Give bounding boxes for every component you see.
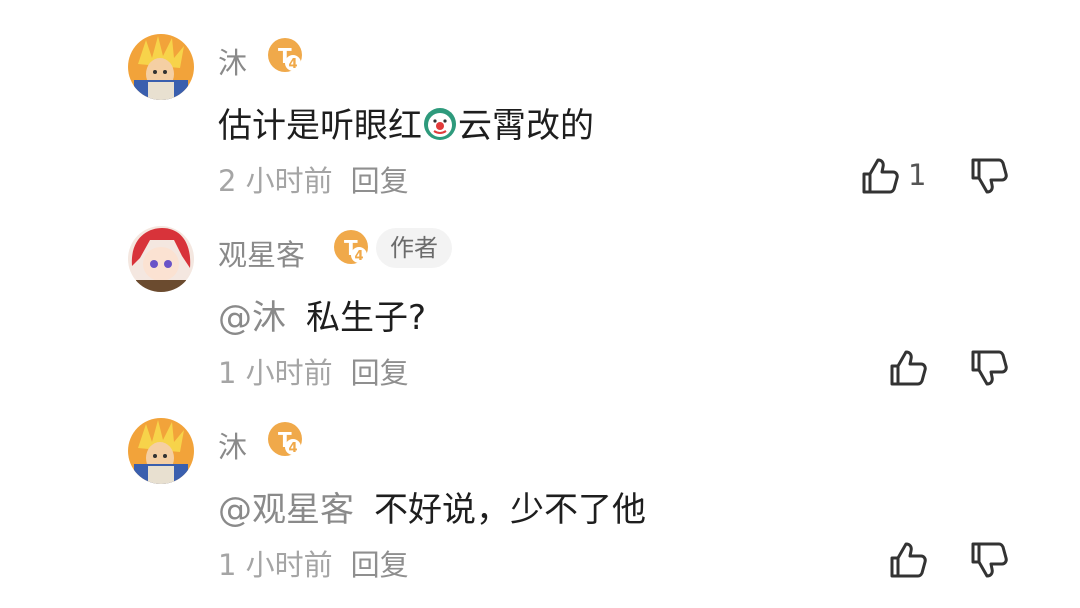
author-tag: 作者 — [376, 228, 452, 268]
mention-link[interactable]: @沐 — [218, 298, 286, 338]
avatar[interactable] — [128, 226, 194, 292]
timestamp: 2 小时前 — [218, 164, 333, 198]
thumbs-up-icon[interactable] — [858, 154, 902, 198]
comment-meta: 2 小时前 回复 — [218, 158, 409, 200]
level-badge-icon: T4 — [266, 420, 304, 458]
svg-text:4: 4 — [355, 249, 364, 264]
comment-meta: 1 小时前 回复 — [218, 542, 409, 584]
username[interactable]: 沐 — [218, 40, 247, 82]
comment-text-part: 不好说，少不了他 — [374, 490, 646, 530]
clown-emoji-icon — [422, 106, 458, 142]
comment-item: 沐 T4 估计是听眼红 云霄改的 2 小时前 回复 1 — [0, 34, 1080, 224]
timestamp: 1 小时前 — [218, 356, 333, 390]
comment-text-part: 云霄改的 — [458, 106, 594, 146]
comment-text: 估计是听眼红 云霄改的 — [218, 98, 594, 147]
svg-text:4: 4 — [289, 57, 298, 72]
avatar-image — [128, 226, 194, 292]
thumbs-down-icon[interactable] — [967, 346, 1011, 390]
level-badge-icon: T4 — [266, 36, 304, 74]
comment-text-part: 估计是听眼红 — [218, 106, 422, 146]
reply-button[interactable]: 回复 — [351, 356, 409, 390]
comment-text: @沐 私生子? — [218, 290, 426, 339]
comment-item: 观星客 T4 作者 @沐 私生子? 1 小时前 回复 — [0, 226, 1080, 416]
thumbs-up-icon[interactable] — [886, 538, 930, 582]
reply-button[interactable]: 回复 — [351, 164, 409, 198]
thumbs-down-icon[interactable] — [967, 154, 1011, 198]
username[interactable]: 观星客 — [218, 232, 305, 274]
thumbs-up-icon[interactable] — [886, 346, 930, 390]
svg-text:4: 4 — [289, 441, 298, 456]
comment-text-part: 私生子? — [306, 298, 427, 338]
level-badge-icon: T4 — [332, 228, 370, 266]
comment-meta: 1 小时前 回复 — [218, 350, 409, 392]
timestamp: 1 小时前 — [218, 548, 333, 582]
comment-item: 沐 T4 @观星客 不好说，少不了他 1 小时前 回复 — [0, 418, 1080, 608]
avatar[interactable] — [128, 34, 194, 100]
thumbs-down-icon[interactable] — [967, 538, 1011, 582]
avatar[interactable] — [128, 418, 194, 484]
like-count: 1 — [908, 158, 927, 192]
avatar-image — [128, 418, 194, 484]
avatar-image — [128, 34, 194, 100]
reply-button[interactable]: 回复 — [351, 548, 409, 582]
username[interactable]: 沐 — [218, 424, 247, 466]
mention-link[interactable]: @观星客 — [218, 490, 354, 530]
comment-text: @观星客 不好说，少不了他 — [218, 482, 646, 531]
